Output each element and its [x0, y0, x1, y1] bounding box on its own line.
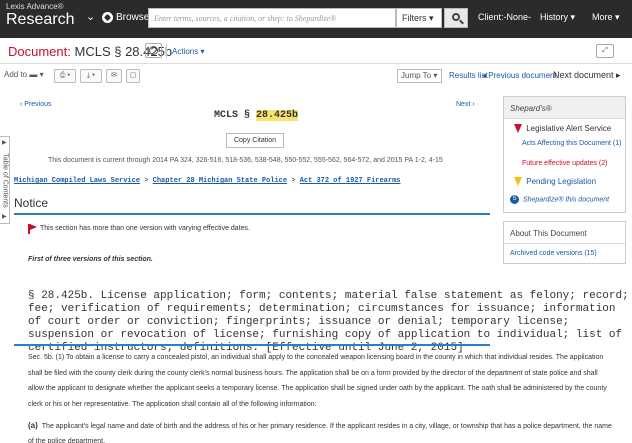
shepards-signal-icon: S	[510, 195, 519, 204]
copy-citation-button[interactable]: Copy Citation	[226, 133, 284, 148]
breadcrumb: Michigan Compiled Laws Service > Chapter…	[14, 177, 401, 185]
jump-to-label: Jump To	[401, 71, 432, 80]
statute-body-text: Sec. 5b. (1) To obtain a license to carr…	[28, 354, 607, 408]
email-button[interactable]: ✉	[106, 69, 122, 83]
more-label: More	[592, 12, 613, 22]
next-document-link[interactable]: Next document ▸	[553, 70, 621, 81]
notice-text: This section has more than one version w…	[40, 225, 250, 232]
divider	[166, 44, 167, 58]
search-input[interactable]: Enter terms, sources, a citation, or she…	[148, 8, 396, 28]
notes-button[interactable]: ▢	[126, 69, 140, 83]
history-menu[interactable]: History ▾	[540, 12, 575, 23]
document-icon: ▢	[129, 72, 137, 79]
red-flag-icon	[28, 224, 37, 234]
actions-menu[interactable]: Actions ▾	[172, 47, 204, 56]
table-of-contents-label: Table of Contents	[1, 153, 9, 208]
previous-document-link[interactable]: ◂ Previous document	[482, 71, 557, 80]
version-note: First of three versions of this section.	[28, 256, 153, 263]
future-updates-link[interactable]: Future effective updates (2)	[522, 160, 607, 167]
chevron-right-icon: ▶	[2, 214, 7, 220]
printer-icon: ⎙	[59, 72, 66, 79]
legislative-alert-label: Legislative Alert Service	[526, 124, 612, 133]
top-navigation-bar: Lexis Advance® Research ⌄ Browse ▾ Enter…	[0, 0, 632, 38]
notice-heading: Notice	[14, 196, 490, 215]
brand-line-1: Lexis Advance®	[6, 2, 64, 11]
more-menu[interactable]: More ▾	[592, 12, 620, 23]
envelope-icon: ✉	[111, 72, 117, 79]
expand-icon[interactable]: ⤢	[596, 44, 614, 58]
legislative-alert: Legislative Alert Service	[514, 124, 612, 134]
table-of-contents-tab[interactable]: ▶ Table of Contents ▶	[0, 136, 10, 224]
shepards-panel: Shepard's® Legislative Alert Service Act…	[503, 96, 626, 213]
panel-title: About This Document	[504, 222, 625, 244]
about-document-panel: About This Document Archived code versio…	[503, 221, 626, 264]
shepardize-label: Shepardize® this document	[522, 196, 610, 204]
filters-label: Filters	[402, 13, 427, 23]
print-button[interactable]: ⎙ ▾	[54, 69, 76, 83]
search-button[interactable]	[444, 8, 468, 28]
download-icon: ⤓	[87, 72, 91, 79]
currency-statement: This document is current through 2014 PA…	[48, 157, 443, 164]
panel-title: Shepard's®	[504, 97, 625, 119]
history-label: History	[540, 12, 569, 22]
shepardize-link[interactable]: S Shepardize® this document	[510, 195, 609, 204]
breadcrumb-separator: >	[144, 177, 149, 185]
clock-icon	[149, 46, 158, 55]
red-alert-icon	[514, 124, 522, 134]
divider	[14, 344, 490, 346]
breadcrumb-link[interactable]: Michigan Compiled Laws Service	[14, 177, 140, 185]
pending-legislation-link[interactable]: Pending Legislation	[514, 177, 597, 187]
add-to-label: Add to	[4, 70, 28, 79]
breadcrumb-link[interactable]: Chapter 28 Michigan State Police	[153, 177, 287, 185]
browse-label: Browse	[116, 12, 150, 23]
next-section-link[interactable]: Next ›	[456, 101, 475, 108]
paragraph-text: The applicant's legal name and date of b…	[28, 423, 612, 443]
caret-down-icon: ▾	[429, 13, 434, 23]
jump-to-dropdown[interactable]: Jump To ▾	[397, 69, 442, 83]
breadcrumb-link[interactable]: Act 372 of 1927 Firearms	[300, 177, 401, 185]
statute-paragraph: (a) The applicant's legal name and date o…	[28, 418, 613, 443]
document-toolbar: Add to ▬ ▾ ⎙ ▾ ⤓ ▾ ✉ ▢ Jump To ▾ Results…	[0, 66, 632, 86]
document-header: Document: MCLS § 28.425b Actions ▾ ⤢	[0, 38, 632, 64]
compass-icon	[102, 12, 113, 23]
breadcrumb-separator: >	[291, 177, 296, 185]
acts-affecting-link[interactable]: Acts Affecting this Document (1)	[522, 139, 624, 148]
add-to-folder-button[interactable]: Add to ▬ ▾	[4, 70, 44, 79]
citation-section-number: 28.425b	[256, 110, 299, 121]
pending-legislation-label: Pending Legislation	[526, 177, 597, 186]
yellow-alert-icon	[514, 177, 522, 187]
chevron-down-icon[interactable]: ⌄	[86, 10, 95, 23]
timeline-button[interactable]	[145, 43, 162, 58]
brand-line-2: Research	[6, 11, 75, 28]
section-citation: MCLS § 28.425b	[214, 110, 299, 121]
lexis-advance-logo[interactable]: Lexis Advance® Research	[6, 3, 74, 28]
citation-prefix: MCLS §	[214, 110, 251, 121]
document-label: Document:	[8, 44, 71, 59]
download-button[interactable]: ⤓ ▾	[80, 69, 102, 83]
actions-label: Actions	[172, 47, 199, 56]
paragraph-label: (a)	[28, 421, 38, 430]
archived-versions-link[interactable]: Archived code versions (15)	[510, 250, 597, 257]
filters-dropdown[interactable]: Filters ▾	[396, 8, 442, 28]
previous-section-link[interactable]: ‹ Previous	[20, 101, 52, 108]
client-selector[interactable]: Client:-None-	[478, 12, 531, 22]
